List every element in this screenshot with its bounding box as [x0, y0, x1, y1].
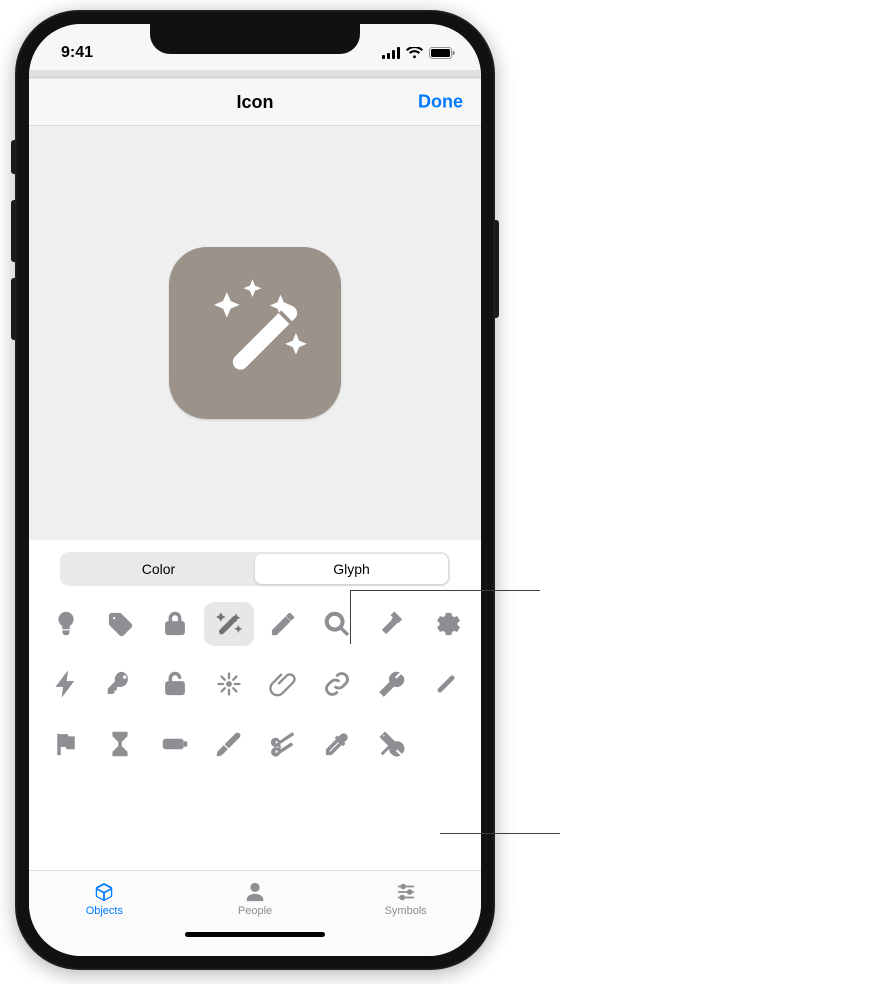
gear-icon[interactable] — [421, 602, 471, 646]
wifi-icon — [406, 47, 423, 59]
icon-preview — [169, 247, 341, 419]
cube-icon — [93, 881, 115, 903]
status-time: 9:41 — [61, 44, 93, 62]
hourglass-icon[interactable] — [95, 722, 145, 766]
category-people[interactable]: People — [180, 871, 331, 926]
wand-icon[interactable] — [204, 602, 254, 646]
lock-icon[interactable] — [150, 602, 200, 646]
phone-screen: 9:41 Icon Done — [29, 24, 481, 956]
segment-color[interactable]: Color — [62, 554, 255, 584]
flag-icon[interactable] — [41, 722, 91, 766]
home-indicator-area — [29, 926, 481, 956]
eyedropper-icon[interactable] — [312, 722, 362, 766]
glyph-grid-scroll[interactable] — [29, 598, 481, 870]
sliders-icon — [395, 881, 417, 903]
segment-glyph[interactable]: Glyph — [255, 554, 448, 584]
mute-switch — [11, 140, 15, 174]
power-button — [495, 220, 499, 318]
wrench-icon[interactable] — [367, 662, 417, 706]
category-objects-label: Objects — [86, 905, 123, 917]
home-indicator[interactable] — [185, 932, 325, 937]
icon-preview-area — [29, 126, 481, 540]
nav-bar: Icon Done — [29, 78, 481, 126]
category-people-label: People — [238, 905, 272, 917]
segment-color-label: Color — [142, 561, 175, 577]
nav-title: Icon — [236, 92, 273, 113]
person-icon — [244, 881, 266, 903]
glyph-grid — [41, 602, 471, 766]
paintbrush-icon[interactable] — [204, 722, 254, 766]
pencil-icon[interactable] — [258, 602, 308, 646]
done-button[interactable]: Done — [418, 92, 463, 113]
lightbulb-icon[interactable] — [41, 602, 91, 646]
hammer-icon[interactable] — [367, 602, 417, 646]
notch — [150, 24, 360, 54]
wand-sparkles-icon — [191, 269, 319, 397]
key-icon[interactable] — [95, 662, 145, 706]
slash-icon[interactable] — [421, 662, 471, 706]
volume-down-button — [11, 278, 15, 340]
category-symbols-label: Symbols — [385, 905, 427, 917]
phone-frame: 9:41 Icon Done — [15, 10, 495, 970]
paperclip-icon[interactable] — [258, 662, 308, 706]
volume-up-button — [11, 200, 15, 262]
sparkle-icon[interactable] — [204, 662, 254, 706]
category-objects[interactable]: Objects — [29, 871, 180, 926]
previous-view-strip — [29, 70, 481, 78]
segmented-row: Color Glyph — [29, 540, 481, 598]
link-icon[interactable] — [312, 662, 362, 706]
category-tab-bar: Objects People Symbols — [29, 870, 481, 926]
cellular-icon — [382, 47, 400, 59]
bolt-icon[interactable] — [41, 662, 91, 706]
battery-icon — [429, 47, 455, 59]
magnifier-icon[interactable] — [312, 602, 362, 646]
tools-icon[interactable] — [367, 722, 417, 766]
tag-icon[interactable] — [95, 602, 145, 646]
color-glyph-segmented: Color Glyph — [60, 552, 450, 586]
empty-slot — [421, 722, 471, 766]
category-symbols[interactable]: Symbols — [330, 871, 481, 926]
status-indicators — [382, 47, 455, 59]
lock-open-icon[interactable] — [150, 662, 200, 706]
segment-glyph-label: Glyph — [333, 561, 370, 577]
scissors-icon[interactable] — [258, 722, 308, 766]
battery-glyph-icon[interactable] — [150, 722, 200, 766]
